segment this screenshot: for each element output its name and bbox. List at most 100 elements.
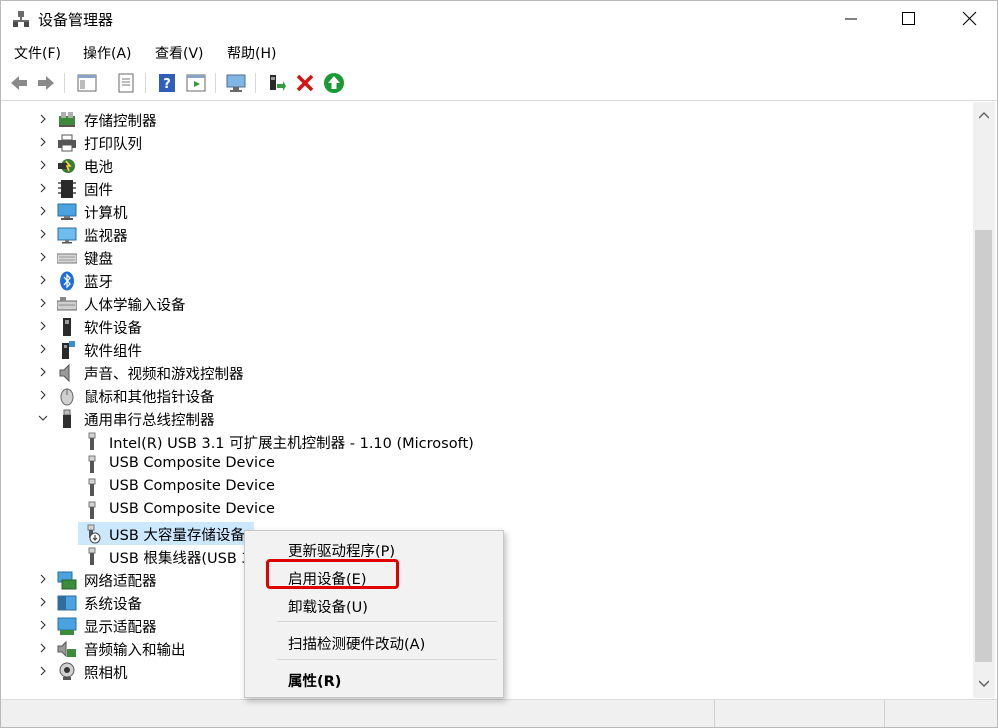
monitor-icon xyxy=(57,227,77,244)
title-bar[interactable]: 设备管理器 xyxy=(1,1,997,37)
chevron-right-icon[interactable] xyxy=(37,389,49,401)
forward-icon[interactable] xyxy=(35,72,57,94)
tree-category-label: 软件组件 xyxy=(84,344,142,360)
tree-category[interactable]: 打印队列 xyxy=(1,131,973,154)
chevron-right-icon[interactable] xyxy=(37,297,49,309)
tree-device[interactable]: USB Composite Device xyxy=(1,499,973,522)
chevron-right-icon[interactable] xyxy=(37,228,49,240)
usb-icon xyxy=(63,409,71,428)
chevron-right-icon[interactable] xyxy=(37,159,49,171)
hid-icon xyxy=(57,297,77,311)
tree-category[interactable]: 监视器 xyxy=(1,223,973,246)
menu-file[interactable]: 文件(F) xyxy=(14,43,61,63)
update-driver-icon[interactable] xyxy=(265,72,287,94)
menu-help[interactable]: 帮助(H) xyxy=(227,43,276,63)
chevron-right-icon[interactable] xyxy=(37,573,49,585)
menu-item-properties[interactable]: 属性(R) xyxy=(288,670,341,691)
chevron-down-icon[interactable] xyxy=(37,412,49,424)
battery-icon xyxy=(58,159,75,173)
menu-separator xyxy=(277,659,497,660)
vertical-scrollbar[interactable] xyxy=(973,102,995,698)
status-cell xyxy=(884,700,997,727)
minimize-button[interactable] xyxy=(828,1,874,37)
chevron-right-icon[interactable] xyxy=(37,366,49,378)
tree-device-label: USB 大容量存储设备 xyxy=(109,528,245,544)
tree-category[interactable]: 计算机 xyxy=(1,200,973,223)
menu-bar: 文件(F) 操作(A) 查看(V) 帮助(H) xyxy=(1,40,997,64)
tree-category-label: 固件 xyxy=(84,183,113,199)
tree-category[interactable]: 电池 xyxy=(1,154,973,177)
scroll-up-icon[interactable] xyxy=(979,111,989,119)
tree-device[interactable]: Intel(R) USB 3.1 可扩展主机控制器 - 1.10 (Micros… xyxy=(1,430,973,453)
action-pane-icon[interactable] xyxy=(185,72,207,94)
tree-device[interactable]: USB Composite Device xyxy=(1,476,973,499)
tree-device-label: USB Composite Device xyxy=(109,455,275,471)
back-icon[interactable] xyxy=(8,72,30,94)
menu-item-uninstall-device[interactable]: 卸载设备(U) xyxy=(288,596,368,617)
tree-category[interactable]: 人体学输入设备 xyxy=(1,292,973,315)
close-icon xyxy=(962,11,977,26)
scan-hardware-icon[interactable] xyxy=(225,72,247,94)
chevron-right-icon[interactable] xyxy=(37,320,49,332)
chevron-right-icon[interactable] xyxy=(37,205,49,217)
tree-category[interactable]: 键盘 xyxy=(1,246,973,269)
tree-category-usb[interactable]: 通用串行总线控制器 xyxy=(1,407,973,430)
maximize-button[interactable] xyxy=(885,1,931,37)
chevron-right-icon[interactable] xyxy=(37,274,49,286)
close-button[interactable] xyxy=(946,1,992,37)
scrollbar-thumb[interactable] xyxy=(975,230,992,662)
usb-device-icon xyxy=(88,432,96,450)
menu-view[interactable]: 查看(V) xyxy=(155,43,204,63)
toolbar-separator xyxy=(145,73,146,93)
tree-category-label: 蓝牙 xyxy=(84,275,113,291)
uninstall-icon[interactable] xyxy=(294,72,316,94)
tree-category-label: 键盘 xyxy=(84,252,113,268)
chevron-right-icon[interactable] xyxy=(37,136,49,148)
usb-device-icon xyxy=(88,501,96,519)
tree-category[interactable]: 软件组件 xyxy=(1,338,973,361)
chevron-right-icon[interactable] xyxy=(37,619,49,631)
tree-category-label: 存储控制器 xyxy=(84,114,157,130)
toolbar-separator xyxy=(64,73,65,93)
show-hide-tree-icon[interactable] xyxy=(76,72,98,94)
chevron-right-icon[interactable] xyxy=(37,182,49,194)
keyboard-icon xyxy=(57,253,77,264)
usb-device-icon xyxy=(88,478,96,496)
tree-category[interactable]: 声音、视频和游戏控制器 xyxy=(1,361,973,384)
toolbar-separator xyxy=(215,73,216,93)
enable-device-icon[interactable] xyxy=(323,72,345,94)
software-component-icon xyxy=(62,341,75,359)
help-icon[interactable]: ? xyxy=(156,72,178,94)
tree-category[interactable]: 鼠标和其他指针设备 xyxy=(1,384,973,407)
tree-category[interactable]: 蓝牙 xyxy=(1,269,973,292)
chevron-right-icon[interactable] xyxy=(37,113,49,125)
menu-action[interactable]: 操作(A) xyxy=(83,43,132,63)
tree-category[interactable]: 软件设备 xyxy=(1,315,973,338)
tree-category-label: 打印队列 xyxy=(84,137,142,153)
menu-item-scan-hardware[interactable]: 扫描检测硬件改动(A) xyxy=(288,633,425,654)
tree-category-label: 系统设备 xyxy=(84,597,142,613)
speaker-icon xyxy=(59,363,70,383)
firmware-icon xyxy=(58,180,76,198)
scroll-down-icon[interactable] xyxy=(979,680,989,688)
chevron-right-icon[interactable] xyxy=(37,596,49,608)
computer-icon xyxy=(57,203,77,220)
chevron-right-icon[interactable] xyxy=(37,642,49,654)
properties-icon[interactable] xyxy=(115,72,137,94)
tree-category-label: 电池 xyxy=(84,160,113,176)
svg-text:?: ? xyxy=(163,77,171,92)
tree-category-label: 软件设备 xyxy=(84,321,142,337)
tree-category[interactable]: 固件 xyxy=(1,177,973,200)
chevron-right-icon[interactable] xyxy=(37,343,49,355)
tree-category[interactable]: 存储控制器 xyxy=(1,108,973,131)
chevron-right-icon[interactable] xyxy=(37,665,49,677)
tree-device[interactable]: USB Composite Device xyxy=(1,453,973,476)
tree-category-label: 人体学输入设备 xyxy=(84,298,186,314)
menu-item-update-driver[interactable]: 更新驱动程序(P) xyxy=(288,540,395,561)
chevron-right-icon[interactable] xyxy=(37,251,49,263)
system-device-icon xyxy=(57,595,77,611)
software-device-icon xyxy=(63,318,71,336)
context-menu: 更新驱动程序(P) 启用设备(E) 卸载设备(U) 扫描检测硬件改动(A) 属性… xyxy=(244,530,504,698)
toolbar: ? xyxy=(1,67,997,99)
display-adapter-icon xyxy=(57,617,77,635)
